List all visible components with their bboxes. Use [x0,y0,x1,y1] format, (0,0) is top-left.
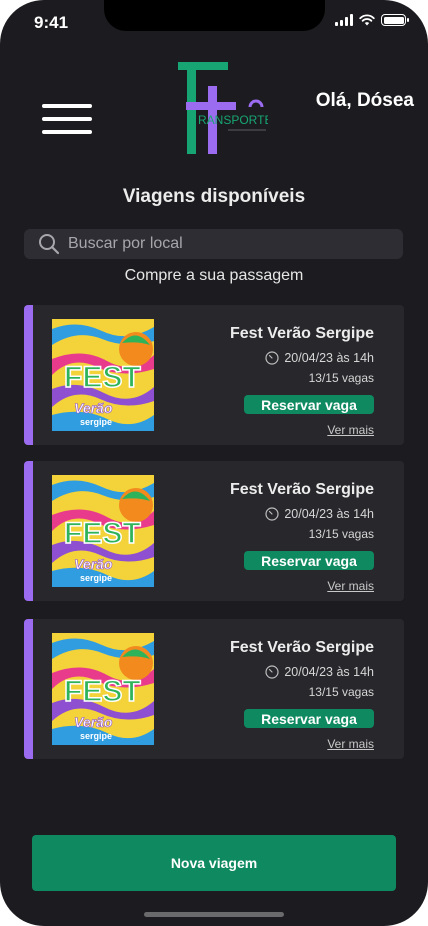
device-notch [104,0,325,31]
user-greeting: Olá, Dósea [315,90,414,111]
reserve-seat-button[interactable]: Reservar vaga [244,551,374,570]
trip-date-row: 20/04/23 às 14h [265,507,374,521]
signal-icon [335,14,353,26]
trip-date: 20/04/23 às 14h [284,507,374,521]
menu-icon[interactable] [42,104,92,134]
clock-icon [265,665,279,679]
poster-subtitle-2: sergipe [80,731,112,741]
app-logo: RANSPORTE [178,62,268,154]
page-subtitle: Compre a sua passagem [124,267,304,284]
trip-date: 20/04/23 às 14h [284,351,374,365]
trip-seats: 13/15 vagas [308,527,374,541]
trip-title: Fest Verão Sergipe [229,639,374,656]
trip-title: Fest Verão Sergipe [229,481,374,498]
trip-seats: 13/15 vagas [308,371,374,385]
trip-title: Fest Verão Sergipe [229,325,374,342]
status-time: 9:41 [34,13,69,32]
poster-subtitle: Verão [74,400,113,416]
logo-text: RANSPORTE [198,113,268,127]
see-more-link[interactable]: Ver mais [327,579,374,593]
poster-subtitle-2: sergipe [80,417,112,427]
phone-screen: 9:41 RANSPORTE Olá, Dósea Viagens dispon… [0,0,428,926]
trip-card[interactable]: FEST Verão sergipe Fest Verão Sergipe 20… [24,619,404,759]
event-poster-image: FEST Verão sergipe [52,319,154,431]
poster-subtitle: Verão [74,556,113,572]
new-trip-button[interactable]: Nova viagem [32,835,396,891]
trip-seats: 13/15 vagas [308,685,374,699]
card-accent-bar [24,619,33,759]
reserve-seat-button[interactable]: Reservar vaga [244,395,374,414]
see-more-link[interactable]: Ver mais [327,737,374,751]
trip-card[interactable]: FEST Verão sergipe Fest Verão Sergipe 20… [24,461,404,601]
trip-card[interactable]: FEST Verão sergipe Fest Verão Sergipe 20… [24,305,404,445]
poster-title: FEST [64,675,141,708]
trip-date: 20/04/23 às 14h [284,665,374,679]
trip-date-row: 20/04/23 às 14h [265,351,374,365]
search-icon [39,234,60,255]
page-title: Viagens disponíveis [122,186,306,207]
see-more-link[interactable]: Ver mais [327,423,374,437]
clock-icon [265,351,279,365]
search-input[interactable] [68,235,388,253]
status-icons [335,14,409,26]
wifi-icon [359,14,375,26]
card-accent-bar [24,305,33,445]
poster-title: FEST [64,361,141,394]
home-indicator [144,912,284,917]
card-accent-bar [24,461,33,601]
poster-subtitle: Verão [74,714,113,730]
search-bar[interactable] [24,229,403,259]
poster-subtitle-2: sergipe [80,573,112,583]
poster-title: FEST [64,517,141,550]
event-poster-image: FEST Verão sergipe [52,475,154,587]
event-poster-image: FEST Verão sergipe [52,633,154,745]
trip-date-row: 20/04/23 às 14h [265,665,374,679]
clock-icon [265,507,279,521]
reserve-seat-button[interactable]: Reservar vaga [244,709,374,728]
battery-icon [381,14,409,26]
